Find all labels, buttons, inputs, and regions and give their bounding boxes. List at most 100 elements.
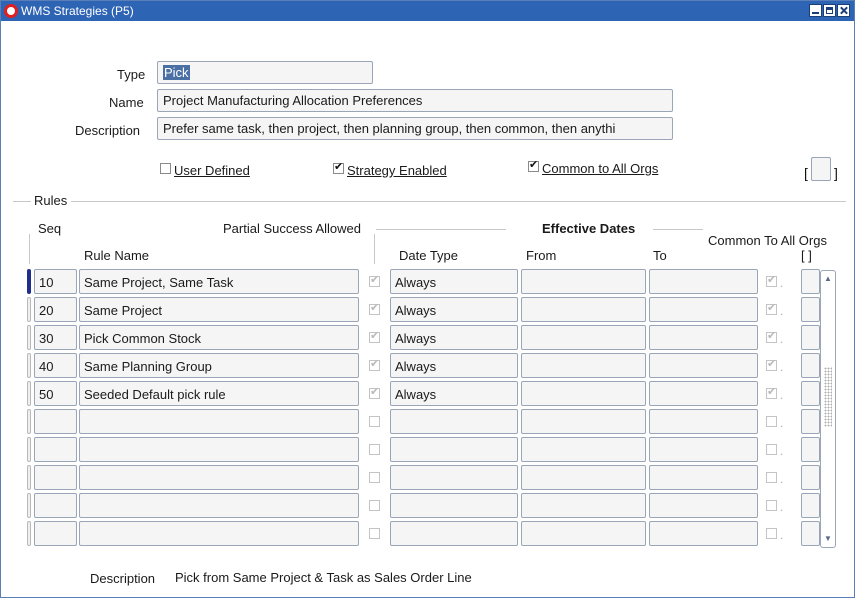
seq-cell[interactable] — [34, 493, 77, 518]
title-bar[interactable]: WMS Strategies (P5) — [1, 1, 854, 21]
row-flex-cell[interactable] — [801, 409, 820, 434]
row-flex-cell[interactable] — [801, 437, 820, 462]
close-icon[interactable] — [837, 4, 850, 17]
rule-name-cell[interactable]: Seeded Default pick rule — [79, 381, 359, 406]
partial-success-checkbox[interactable] — [369, 416, 380, 427]
seq-cell[interactable] — [34, 465, 77, 490]
flexfield-box[interactable] — [811, 157, 831, 181]
common-to-all-orgs-checkbox[interactable] — [528, 158, 539, 172]
row-selector[interactable] — [27, 521, 31, 546]
date-type-cell[interactable] — [390, 409, 518, 434]
row-selector[interactable] — [27, 269, 31, 294]
row-common-orgs-checkbox[interactable] — [766, 385, 777, 399]
row-common-orgs-checkbox[interactable] — [766, 329, 777, 343]
seq-cell[interactable]: 30 — [34, 325, 77, 350]
row-flex-cell[interactable] — [801, 353, 820, 378]
partial-success-checkbox[interactable] — [369, 528, 380, 539]
date-type-cell[interactable] — [390, 493, 518, 518]
to-date-cell[interactable] — [649, 409, 758, 434]
row-selector[interactable] — [27, 409, 31, 434]
partial-success-checkbox[interactable] — [369, 444, 380, 455]
partial-success-checkbox[interactable] — [369, 500, 380, 511]
row-selector[interactable] — [27, 297, 31, 322]
seq-cell[interactable]: 10 — [34, 269, 77, 294]
row-common-orgs-checkbox[interactable] — [766, 357, 777, 371]
row-flex-cell[interactable] — [801, 297, 820, 322]
seq-cell[interactable]: 40 — [34, 353, 77, 378]
from-date-cell[interactable] — [521, 353, 646, 378]
to-date-cell[interactable] — [649, 297, 758, 322]
to-date-cell[interactable] — [649, 325, 758, 350]
type-field[interactable]: Pick — [157, 61, 373, 84]
from-date-cell[interactable] — [521, 437, 646, 462]
partial-success-checkbox[interactable] — [369, 329, 380, 343]
rule-name-cell[interactable] — [79, 437, 359, 462]
seq-cell[interactable] — [34, 521, 77, 546]
scroll-down-icon[interactable]: ▼ — [822, 533, 834, 545]
date-type-cell[interactable]: Always — [390, 297, 518, 322]
scroll-grip[interactable] — [824, 367, 832, 427]
from-date-cell[interactable] — [521, 409, 646, 434]
rule-name-cell[interactable]: Same Project — [79, 297, 359, 322]
row-common-orgs-checkbox[interactable] — [766, 273, 777, 287]
rule-name-cell[interactable]: Same Project, Same Task — [79, 269, 359, 294]
date-type-cell[interactable] — [390, 465, 518, 490]
date-type-cell[interactable]: Always — [390, 269, 518, 294]
date-type-cell[interactable]: Always — [390, 325, 518, 350]
description-field[interactable]: Prefer same task, then project, then pla… — [157, 117, 673, 140]
partial-success-checkbox[interactable] — [369, 301, 380, 315]
to-date-cell[interactable] — [649, 353, 758, 378]
from-date-cell[interactable] — [521, 521, 646, 546]
from-date-cell[interactable] — [521, 381, 646, 406]
date-type-cell[interactable]: Always — [390, 381, 518, 406]
rule-name-cell[interactable] — [79, 493, 359, 518]
row-common-orgs-checkbox[interactable] — [766, 500, 777, 511]
to-date-cell[interactable] — [649, 465, 758, 490]
to-date-cell[interactable] — [649, 437, 758, 462]
from-date-cell[interactable] — [521, 297, 646, 322]
row-selector[interactable] — [27, 437, 31, 462]
to-date-cell[interactable] — [649, 493, 758, 518]
row-flex-cell[interactable] — [801, 465, 820, 490]
to-date-cell[interactable] — [649, 269, 758, 294]
row-selector[interactable] — [27, 493, 31, 518]
row-flex-cell[interactable] — [801, 325, 820, 350]
from-date-cell[interactable] — [521, 493, 646, 518]
name-field[interactable]: Project Manufacturing Allocation Prefere… — [157, 89, 673, 112]
row-common-orgs-checkbox[interactable] — [766, 416, 777, 427]
row-selector[interactable] — [27, 353, 31, 378]
partial-success-checkbox[interactable] — [369, 273, 380, 287]
rule-name-cell[interactable] — [79, 521, 359, 546]
partial-success-checkbox[interactable] — [369, 357, 380, 371]
row-selector[interactable] — [27, 325, 31, 350]
maximize-icon[interactable] — [823, 4, 836, 17]
seq-cell[interactable]: 50 — [34, 381, 77, 406]
minimize-icon[interactable] — [809, 4, 822, 17]
partial-success-checkbox[interactable] — [369, 385, 380, 399]
strategy-enabled-checkbox[interactable] — [333, 160, 344, 174]
row-common-orgs-checkbox[interactable] — [766, 444, 777, 455]
to-date-cell[interactable] — [649, 381, 758, 406]
rule-name-cell[interactable]: Pick Common Stock — [79, 325, 359, 350]
row-selector[interactable] — [27, 381, 31, 406]
rule-name-cell[interactable] — [79, 465, 359, 490]
row-flex-cell[interactable] — [801, 493, 820, 518]
scroll-up-icon[interactable]: ▲ — [822, 273, 834, 285]
row-common-orgs-checkbox[interactable] — [766, 528, 777, 539]
from-date-cell[interactable] — [521, 465, 646, 490]
user-defined-checkbox[interactable] — [160, 163, 171, 174]
row-common-orgs-checkbox[interactable] — [766, 301, 777, 315]
date-type-cell[interactable] — [390, 437, 518, 462]
from-date-cell[interactable] — [521, 269, 646, 294]
row-flex-cell[interactable] — [801, 269, 820, 294]
rules-scrollbar[interactable]: ▲ ▼ — [820, 270, 836, 548]
seq-cell[interactable]: 20 — [34, 297, 77, 322]
row-common-orgs-checkbox[interactable] — [766, 472, 777, 483]
rule-name-cell[interactable]: Same Planning Group — [79, 353, 359, 378]
date-type-cell[interactable] — [390, 521, 518, 546]
row-flex-cell[interactable] — [801, 521, 820, 546]
date-type-cell[interactable]: Always — [390, 353, 518, 378]
rule-name-cell[interactable] — [79, 409, 359, 434]
row-selector[interactable] — [27, 465, 31, 490]
row-flex-cell[interactable] — [801, 381, 820, 406]
